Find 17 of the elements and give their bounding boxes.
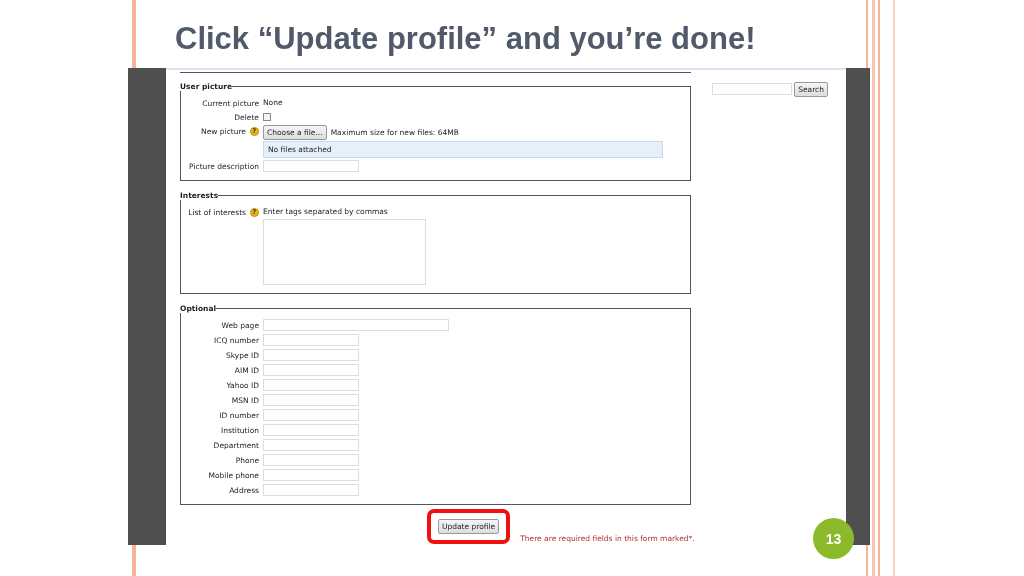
input-field[interactable] bbox=[263, 394, 359, 406]
checkbox[interactable] bbox=[263, 113, 271, 121]
input-field[interactable] bbox=[263, 319, 449, 331]
input-field[interactable] bbox=[263, 334, 359, 346]
slide-title: Click “Update profile” and you’re done! bbox=[175, 20, 756, 58]
input-field[interactable] bbox=[263, 484, 359, 496]
input-field[interactable] bbox=[263, 424, 359, 436]
input-field[interactable] bbox=[263, 439, 359, 451]
input-field[interactable] bbox=[263, 409, 359, 421]
input-field[interactable] bbox=[263, 454, 359, 466]
input-field[interactable] bbox=[263, 349, 359, 361]
input-field[interactable] bbox=[263, 379, 359, 391]
input-field[interactable] bbox=[263, 469, 359, 481]
input-field[interactable] bbox=[263, 160, 359, 172]
search-field[interactable] bbox=[712, 83, 793, 95]
input-field[interactable] bbox=[263, 364, 359, 376]
tags-field[interactable] bbox=[263, 219, 426, 285]
